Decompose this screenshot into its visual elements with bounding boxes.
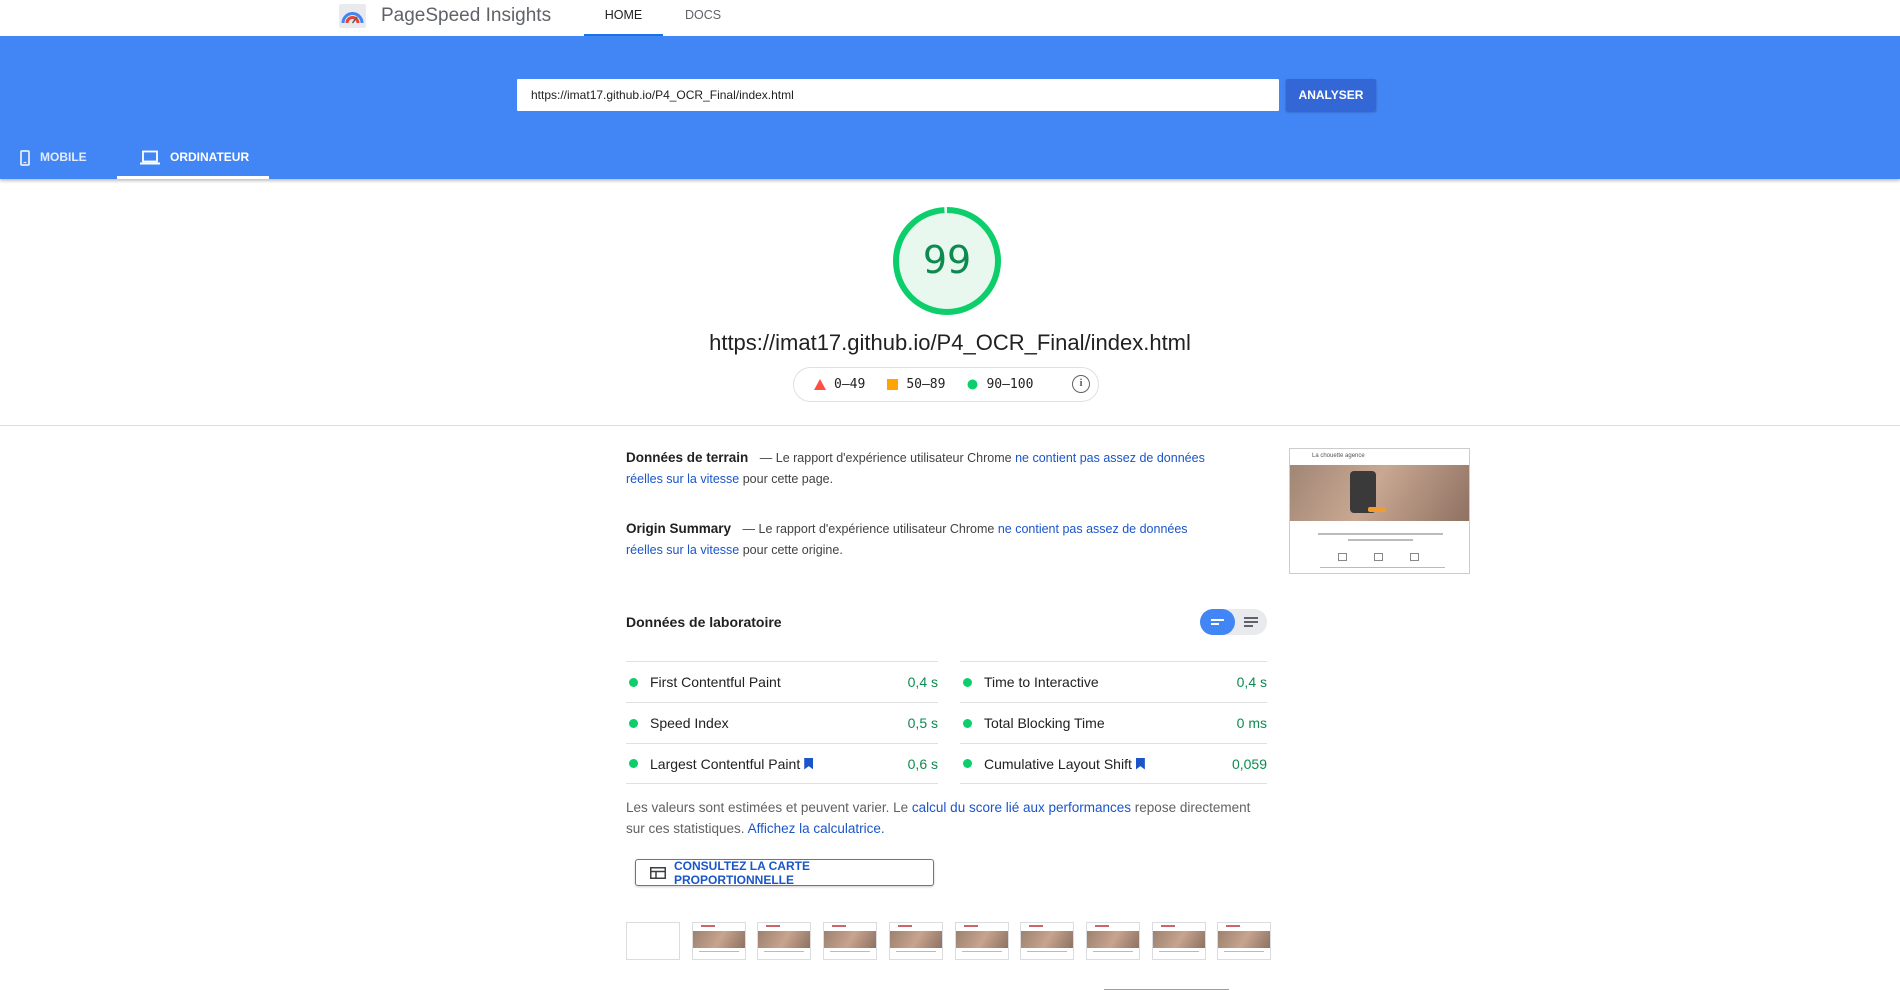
legend-label-average: 50–89 [906,377,946,392]
origin-summary-section: Origin Summary — Le rapport d'expérience… [626,518,1226,561]
legend-item-fail: 0–49 [814,377,865,392]
treemap-button[interactable]: CONSULTEZ LA CARTE PROPORTIONNELLE [635,858,934,887]
tab-desktop-label: ORDINATEUR [170,150,250,164]
metric-largest-contentful-paint[interactable]: Largest Contentful Paint 0,6 s [626,743,938,784]
pass-dot-icon [629,759,638,768]
info-icon[interactable]: i [1072,375,1090,393]
square-icon [887,379,899,390]
filmstrip-frame [757,922,811,960]
origin-summary-text: — Le rapport d'expérience utilisateur Ch… [742,522,995,536]
divider [0,425,1900,426]
pass-dot-icon [629,718,638,728]
thumbnail-text-line [1348,539,1413,541]
metric-name: Largest Contentful Paint [650,755,801,772]
metric-name: Time to Interactive [984,674,1099,690]
calculator-link[interactable]: Affichez la calculatrice. [748,821,885,836]
nav-tab-home[interactable]: HOME [584,0,663,36]
filmstrip-frame [626,922,680,960]
legend-label-pass: 90–100 [986,377,1034,392]
score-value: 99 [922,238,972,282]
thumbnail-text-line [1320,567,1445,568]
legend-label-fail: 0–49 [834,377,866,392]
filmstrip-frame [1217,922,1271,960]
legend-item-pass: 90–100 [967,377,1033,392]
tab-desktop[interactable]: ORDINATEUR [117,144,269,179]
field-data-text-after: pour cette page. [742,472,834,486]
triangle-icon [814,379,826,390]
metric-value: 0,4 s [1236,674,1267,690]
core-web-vital-flag-icon [804,757,814,770]
metric-name: Speed Index [650,715,729,731]
field-data-title: Données de terrain [626,450,749,465]
tab-mobile-label: MOBILE [40,150,87,164]
metric-name: First Contentful Paint [650,674,781,690]
search-band: ANALYSER MOBILE ORDINATEUR [0,36,1900,179]
pass-dot-icon [963,677,972,687]
filmstrip-frame [889,922,943,960]
filmstrip-frame [692,922,746,960]
lab-data-title: Données de laboratoire [626,614,782,630]
metric-value: 0,059 [1231,755,1267,772]
metric-value: 0 ms [1236,715,1267,731]
note-text: Les valeurs sont estimées et peuvent var… [626,800,909,815]
pass-dot-icon [963,718,972,728]
final-screenshot-thumbnail: La chouette agence [1289,448,1470,574]
metric-value: 0,4 s [907,674,938,690]
filmstrip-frame [1152,922,1206,960]
treemap-button-label: CONSULTEZ LA CARTE PROPORTIONNELLE [673,858,810,887]
metric-name: Total Blocking Time [984,715,1105,731]
filmstrip-frame [1020,922,1074,960]
metric-time-to-interactive[interactable]: Time to Interactive 0,4 s [960,661,1267,702]
pagespeed-logo-icon[interactable] [339,4,366,28]
filmstrip-frame [1086,922,1140,960]
thumbnail-text-line [1318,533,1443,535]
score-legend: 0–49 50–89 90–100 i [793,367,1099,402]
thumbnail-logo-text: La chouette agence [1312,453,1365,459]
app-title: PageSpeed Insights [381,5,552,26]
nav-tab-docs[interactable]: DOCS [672,0,734,36]
pass-dot-icon [629,677,638,687]
thumbnail-feature-icon [1338,553,1347,561]
thumbnail-cta [1368,507,1386,512]
origin-summary-title: Origin Summary [626,521,732,536]
circle-icon [967,379,978,390]
legend-item-average: 50–89 [887,377,945,392]
thumbnail-feature-icon [1410,553,1419,561]
score-calculation-link[interactable]: calcul du score lié aux performances [912,800,1131,815]
thumbnail-feature-icon [1374,553,1383,561]
metric-value: 0,5 s [907,715,938,731]
laptop-icon [140,150,160,165]
filmstrip [626,922,1271,962]
filmstrip-frame [955,922,1009,960]
pass-dot-icon [963,759,972,768]
thumbnail-hero [1290,465,1469,521]
url-input[interactable] [517,79,1279,111]
metric-total-blocking-time[interactable]: Total Blocking Time 0 ms [960,702,1267,743]
tested-url: https://imat17.github.io/P4_OCR_Final/in… [709,330,1191,355]
filmstrip-frame [823,922,877,960]
metric-first-contentful-paint[interactable]: First Contentful Paint 0,4 s [626,661,938,702]
compact-view-button[interactable] [1200,609,1235,635]
lab-data-note: Les valeurs sont estimées et peuvent var… [626,797,1271,839]
treemap-icon [650,866,666,879]
top-header: PageSpeed Insights HOME DOCS [0,0,1900,36]
metric-cumulative-layout-shift[interactable]: Cumulative Layout Shift 0,059 [960,743,1267,784]
core-web-vital-flag-icon [1135,757,1145,770]
metrics-view-toggle[interactable] [1200,609,1267,635]
field-data-section: Données de terrain — Le rapport d'expéri… [626,447,1226,490]
tab-mobile[interactable]: MOBILE [20,144,120,179]
phone-icon [20,150,30,166]
metric-name: Cumulative Layout Shift [984,755,1132,772]
metric-value: 0,6 s [907,755,938,772]
metric-speed-index[interactable]: Speed Index 0,5 s [626,702,938,743]
origin-summary-text-after: pour cette origine. [742,543,843,557]
analyse-button[interactable]: ANALYSER [1286,79,1376,111]
field-data-text: — Le rapport d'expérience utilisateur Ch… [759,451,1012,465]
